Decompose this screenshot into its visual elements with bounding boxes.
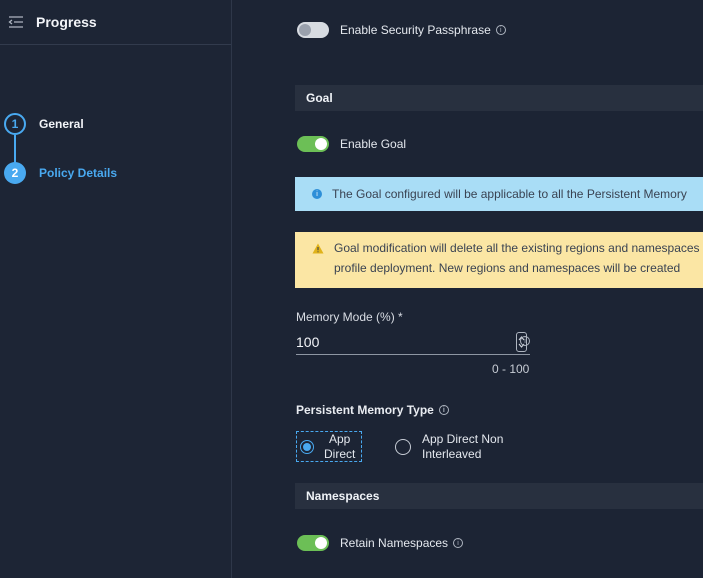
step-number: 1 — [4, 113, 26, 135]
radio-label-line2: Direct — [324, 446, 356, 461]
step-policy-details[interactable]: 2 Policy Details — [4, 162, 117, 184]
radio-unchecked-icon[interactable] — [395, 438, 411, 455]
radio-label-line1: App — [328, 431, 351, 446]
memory-mode-value[interactable]: 100 — [296, 334, 516, 350]
retain-namespaces-row: Retain Namespaces i — [297, 535, 464, 551]
step-label: Policy Details — [39, 166, 118, 180]
goal-section-header: Goal — [295, 85, 703, 111]
sidebar-title: Progress — [36, 14, 97, 30]
memory-mode-hint: 0 - 100 — [492, 362, 530, 376]
step-connector — [14, 135, 16, 163]
info-icon[interactable]: i — [453, 538, 464, 548]
persistent-memory-type-label: Persistent Memory Type i — [296, 403, 449, 417]
enable-goal-label: Enable Goal — [340, 137, 407, 151]
info-icon[interactable]: i — [495, 25, 506, 35]
retain-namespaces-label: Retain Namespaces — [340, 536, 449, 550]
security-passphrase-toggle[interactable] — [297, 22, 329, 38]
info-icon[interactable]: i — [438, 405, 449, 415]
sidebar: Progress 1 General 2 Policy Details — [0, 0, 232, 578]
goal-warning-text-1: Goal modification will delete all the ex… — [334, 241, 700, 255]
radio-app-direct-non-interleaved[interactable]: App Direct Non Interleaved — [395, 431, 503, 462]
goal-info-text: The Goal configured will be applicable t… — [332, 187, 687, 201]
radio-label-line2: Interleaved — [422, 446, 482, 461]
radio-app-direct[interactable]: App Direct — [296, 431, 362, 462]
step-number: 2 — [4, 162, 26, 184]
step-label: General — [39, 117, 84, 131]
radio-label-line1: App Direct Non — [422, 431, 504, 446]
menu-collapse-icon[interactable] — [8, 15, 24, 29]
enable-goal-row: Enable Goal — [297, 136, 406, 152]
sidebar-header: Progress — [0, 0, 231, 45]
warning-icon — [312, 243, 324, 253]
security-passphrase-row: Enable Security Passphrase i — [297, 22, 506, 38]
memory-mode-input[interactable]: 100 — [296, 330, 530, 355]
goal-warning-text-2: profile deployment. New regions and name… — [334, 261, 681, 275]
step-general[interactable]: 1 General — [4, 113, 84, 135]
enable-goal-toggle[interactable] — [297, 136, 329, 152]
namespaces-section-header: Namespaces — [295, 483, 703, 509]
main-content: Enable Security Passphrase i Goal Enable… — [233, 0, 703, 578]
goal-warning-banner: Goal modification will delete all the ex… — [295, 232, 703, 288]
persistent-memory-type-text: Persistent Memory Type — [296, 403, 434, 417]
radio-checked-icon[interactable] — [300, 439, 314, 454]
memory-mode-label: Memory Mode (%) * — [296, 310, 403, 324]
info-icon: i — [312, 189, 322, 199]
retain-namespaces-toggle[interactable] — [297, 535, 329, 551]
goal-info-banner: i The Goal configured will be applicable… — [295, 177, 703, 211]
security-passphrase-label: Enable Security Passphrase — [340, 23, 491, 37]
info-icon[interactable]: i — [520, 336, 530, 346]
